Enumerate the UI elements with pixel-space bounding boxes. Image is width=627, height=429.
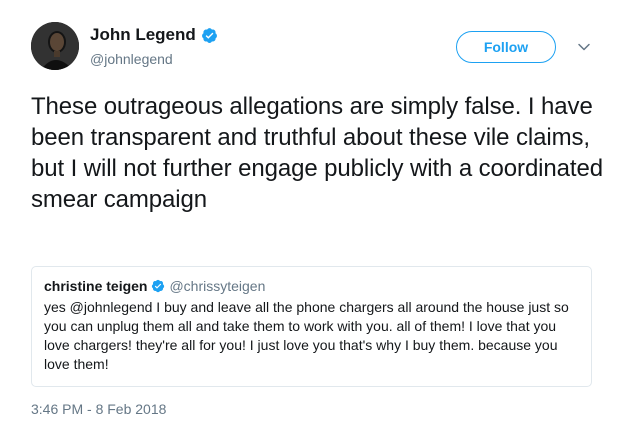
author-name-row[interactable]: John Legend (90, 25, 218, 45)
verified-badge-icon (201, 27, 217, 43)
author-handle[interactable]: @johnlegend (90, 51, 173, 67)
chevron-down-icon[interactable] (577, 40, 591, 54)
quoted-tweet[interactable]: christine teigen @chrissyteigen yes @joh… (31, 266, 592, 387)
tweet-text: These outrageous allegations are simply … (31, 93, 603, 213)
tweet-timestamp[interactable]: 3:46 PM - 8 Feb 2018 (31, 401, 166, 417)
follow-button[interactable]: Follow (456, 31, 556, 63)
quoted-tweet-header: christine teigen @chrissyteigen (44, 278, 579, 294)
quoted-tweet-text: yes @johnlegend I buy and leave all the … (44, 299, 569, 372)
author-avatar[interactable] (31, 22, 79, 70)
quoted-author-name: christine teigen (44, 278, 148, 294)
author-name[interactable]: John Legend (90, 25, 196, 45)
verified-badge-icon (152, 279, 165, 293)
quoted-author-handle: @chrissyteigen (169, 278, 266, 294)
